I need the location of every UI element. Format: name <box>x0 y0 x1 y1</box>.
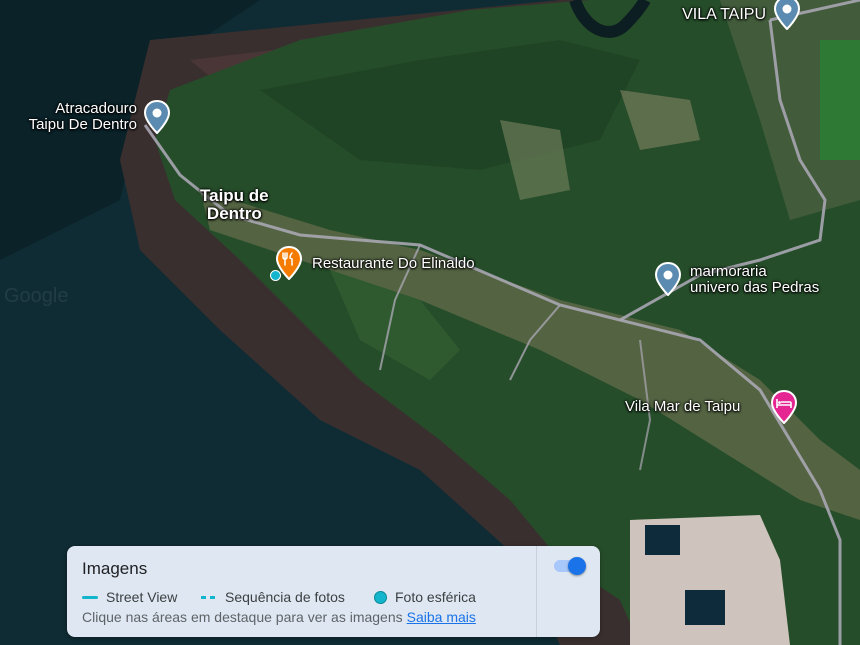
vila-mar-label[interactable]: Vila Mar de Taipu <box>625 399 740 415</box>
spherical-photo-dot-icon <box>374 590 387 604</box>
google-watermark: Google <box>4 285 69 307</box>
legend-photo-sequence: Sequência de fotos <box>201 589 345 605</box>
taipu-de-dentro-line-1: Taipu de <box>200 186 269 205</box>
street-view-dot-icon[interactable] <box>270 270 281 281</box>
toggle-knob <box>568 557 586 575</box>
legend-photo-sequence-label: Sequência de fotos <box>225 589 345 605</box>
atracadouro-label-line-1: Atracadouro <box>55 100 137 117</box>
hotel-pin-icon[interactable] <box>770 390 798 424</box>
marmoraria-label[interactable]: marmoraria univero das Pedras <box>690 264 819 296</box>
legend-spherical-photo-label: Foto esférica <box>395 589 476 605</box>
marmoraria-line-1: marmoraria <box>690 263 767 280</box>
taipu-de-dentro-line-2: Dentro <box>206 203 262 223</box>
atracadouro-label-line-2: Taipu De Dentro <box>28 115 137 133</box>
photo-sequence-dashed-icon <box>201 595 217 599</box>
panel-divider <box>536 546 537 637</box>
panel-title: Imagens <box>82 559 148 578</box>
restaurante-label[interactable]: Restaurante Do Elinaldo <box>312 256 475 272</box>
marmoraria-pin-icon[interactable] <box>654 262 682 296</box>
taipu-de-dentro-label[interactable]: Taipu de Dentro <box>200 187 269 223</box>
panel-hint-text: Clique nas áreas em destaque para ver as… <box>82 609 403 625</box>
legend-street-view-label: Street View <box>106 589 178 605</box>
imagery-panel: Imagens Street View Sequência de fotos F… <box>67 546 600 637</box>
vila-taipu-pin-icon[interactable] <box>773 0 801 30</box>
atracadouro-label[interactable]: Atracadouro Taipu De Dentro <box>29 101 137 133</box>
panel-hint: Clique nas áreas em destaque para ver as… <box>82 609 476 625</box>
marmoraria-line-2: univero das Pedras <box>690 278 820 296</box>
learn-more-link[interactable]: Saiba mais <box>407 609 476 625</box>
imagery-toggle[interactable] <box>554 556 586 575</box>
legend-spherical-photo: Foto esférica <box>374 589 476 605</box>
atracadouro-pin-icon[interactable] <box>143 100 171 134</box>
vila-taipu-label[interactable]: VILA TAIPU <box>682 6 776 24</box>
street-view-line-icon <box>82 595 98 599</box>
legend-street-view: Street View <box>82 589 177 605</box>
